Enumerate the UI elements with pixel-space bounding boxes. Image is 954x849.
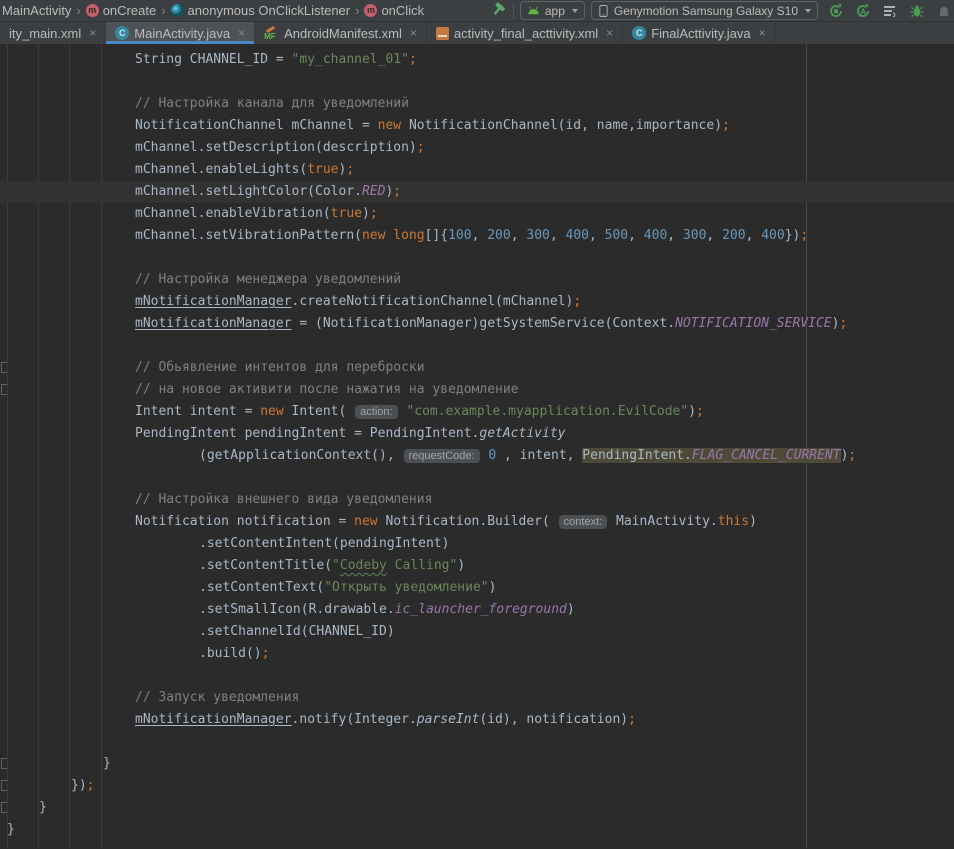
apply-code-changes-icon[interactable]: A xyxy=(855,3,871,19)
code-line[interactable] xyxy=(0,665,954,687)
code-line[interactable]: // Настройка канала для уведомлений xyxy=(0,93,954,115)
apply-changes-restart-icon[interactable] xyxy=(828,3,844,19)
phone-icon xyxy=(598,4,609,18)
fold-marker-icon[interactable] xyxy=(1,802,7,813)
fold-marker-icon[interactable] xyxy=(1,780,7,791)
tab-activity-final-acttivity-xml[interactable]: activity_final_acttivity.xml × xyxy=(427,22,623,44)
close-icon[interactable]: × xyxy=(410,27,417,39)
tab-label: ity_main.xml xyxy=(9,26,81,41)
close-icon[interactable]: × xyxy=(606,27,613,39)
close-icon[interactable]: × xyxy=(759,27,766,39)
code-line[interactable]: .setSmallIcon(R.drawable.ic_launcher_for… xyxy=(0,599,954,621)
breadcrumb-onclick[interactable]: m onClick xyxy=(364,3,424,18)
breadcrumb-label: MainActivity xyxy=(2,3,71,18)
chevron-down-icon xyxy=(805,9,811,13)
code-editor[interactable]: String CHANNEL_ID = "my_channel_01"; // Н… xyxy=(0,44,954,848)
code-line[interactable]: } xyxy=(0,797,954,819)
breadcrumb-separator: › xyxy=(355,3,359,18)
breadcrumb-anonymous-onclicklistener[interactable]: anonymous OnClickListener xyxy=(171,3,351,18)
tab-label: MainActivity.java xyxy=(134,26,230,41)
svg-text:A: A xyxy=(860,7,866,16)
code-line[interactable] xyxy=(0,335,954,357)
code-line[interactable]: mNotificationManager = (NotificationMana… xyxy=(0,313,954,335)
code-line[interactable]: }); xyxy=(0,775,954,797)
code-line[interactable]: // Запуск уведомления xyxy=(0,687,954,709)
device-label: Genymotion Samsung Galaxy S10 xyxy=(614,4,798,18)
tab-label: FinalActtivity.java xyxy=(651,26,750,41)
code-line[interactable]: // Настройка внешнего вида уведомления xyxy=(0,489,954,511)
code-line[interactable]: mChannel.setLightColor(Color.RED); xyxy=(0,181,954,203)
code-line[interactable]: Notification notification = new Notifica… xyxy=(0,511,954,533)
device-select[interactable]: Genymotion Samsung Galaxy S10 xyxy=(591,1,818,20)
run-configuration-select[interactable]: app xyxy=(520,1,585,20)
code-line[interactable] xyxy=(0,247,954,269)
fold-marker-icon[interactable] xyxy=(1,758,7,769)
layout-xml-file-icon xyxy=(436,27,449,40)
java-class-icon: C xyxy=(115,26,129,40)
code-line[interactable]: .setContentTitle("Codeby Calling") xyxy=(0,555,954,577)
build-hammer-icon[interactable] xyxy=(491,1,507,20)
code-line[interactable]: String CHANNEL_ID = "my_channel_01"; xyxy=(0,49,954,71)
fold-marker-icon[interactable] xyxy=(1,384,7,395)
code-line[interactable]: mChannel.setVibrationPattern(new long[]{… xyxy=(0,225,954,247)
code-line[interactable]: PendingIntent pendingIntent = PendingInt… xyxy=(0,423,954,445)
tab-mainactivity-java[interactable]: C MainActivity.java × xyxy=(106,22,255,44)
breadcrumb: MainActivity › m onCreate › anonymous OnClick… xyxy=(0,3,424,18)
code-line[interactable]: // на новое активити после нажатия на ув… xyxy=(0,379,954,401)
toolbar-separator xyxy=(513,3,514,19)
code-line[interactable]: NotificationChannel mChannel = new Notif… xyxy=(0,115,954,137)
method-icon: m xyxy=(86,4,99,17)
code-line[interactable]: .build(); xyxy=(0,643,954,665)
breadcrumb-label: onClick xyxy=(381,3,424,18)
code-line[interactable]: } xyxy=(0,753,954,775)
breadcrumb-separator: › xyxy=(76,3,80,18)
breadcrumb-label: anonymous OnClickListener xyxy=(188,3,351,18)
code-line[interactable]: mChannel.setDescription(description); xyxy=(0,137,954,159)
code-line[interactable] xyxy=(0,71,954,93)
code-line[interactable]: mChannel.enableVibration(true); xyxy=(0,203,954,225)
code-line[interactable] xyxy=(0,731,954,753)
manifest-file-icon: MF xyxy=(264,26,279,41)
method-icon: m xyxy=(364,4,377,17)
fold-marker-icon[interactable] xyxy=(1,362,7,373)
code-line[interactable]: // Настройка менеджера уведомлений xyxy=(0,269,954,291)
code-line[interactable] xyxy=(0,467,954,489)
coverage-icon[interactable] xyxy=(882,3,898,19)
tab-androidmanifest-xml[interactable]: MF AndroidManifest.xml × xyxy=(255,22,427,44)
tab-label: AndroidManifest.xml xyxy=(284,26,402,41)
close-icon[interactable]: × xyxy=(238,27,245,39)
tab-label: activity_final_acttivity.xml xyxy=(454,26,598,41)
tab-finalacttivity-java[interactable]: C FinalActtivity.java × xyxy=(623,22,775,44)
code-line[interactable]: (getApplicationContext(), requestCode: 0… xyxy=(0,445,954,467)
code-line[interactable]: .setContentText("Открыть уведомление") xyxy=(0,577,954,599)
android-icon xyxy=(527,5,540,17)
debug-icon[interactable] xyxy=(909,3,925,19)
breadcrumb-oncreate[interactable]: m onCreate xyxy=(86,3,156,18)
code-area: String CHANNEL_ID = "my_channel_01"; // Н… xyxy=(0,44,954,841)
code-line[interactable]: mNotificationManager.notify(Integer.pars… xyxy=(0,709,954,731)
code-line[interactable]: .setChannelId(CHANNEL_ID) xyxy=(0,621,954,643)
breadcrumb-label: onCreate xyxy=(103,3,156,18)
code-line[interactable]: mNotificationManager.createNotificationC… xyxy=(0,291,954,313)
breadcrumb-mainactivity[interactable]: MainActivity xyxy=(2,3,71,18)
profile-icon[interactable] xyxy=(936,3,952,19)
code-line[interactable]: } xyxy=(0,819,954,841)
anonymous-class-icon xyxy=(171,4,184,17)
code-line[interactable]: mChannel.enableLights(true); xyxy=(0,159,954,181)
java-class-icon: C xyxy=(632,26,646,40)
navigation-bar: MainActivity › m onCreate › anonymous OnClick… xyxy=(0,0,954,22)
close-icon[interactable]: × xyxy=(89,27,96,39)
run-toolbar: app Genymotion Samsung Galaxy S10 A xyxy=(491,1,954,20)
breadcrumb-separator: › xyxy=(161,3,165,18)
code-line[interactable]: .setContentIntent(pendingIntent) xyxy=(0,533,954,555)
run-configuration-label: app xyxy=(545,4,565,18)
code-line[interactable]: Intent intent = new Intent( action: "com… xyxy=(0,401,954,423)
toolbar-actions: A xyxy=(828,3,952,19)
tab-activity-main-xml[interactable]: ity_main.xml × xyxy=(0,22,106,44)
code-line[interactable]: // Обьявление интентов для переброски xyxy=(0,357,954,379)
chevron-down-icon xyxy=(572,9,578,13)
editor-tabs: ity_main.xml × C MainActivity.java × MF Androi… xyxy=(0,22,954,44)
